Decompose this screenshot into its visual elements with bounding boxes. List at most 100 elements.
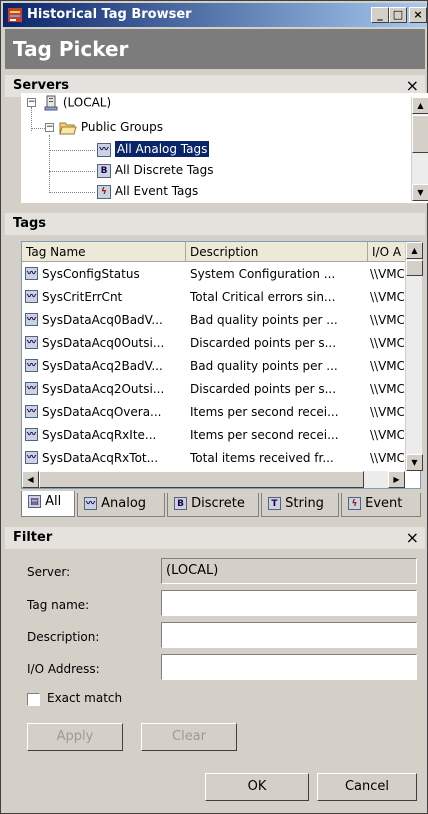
tags-header: Tags xyxy=(5,213,425,235)
tree-line xyxy=(49,135,50,193)
tree-label: (LOCAL) xyxy=(62,95,112,110)
event-tag-icon: ϟ xyxy=(97,184,111,199)
analog-tag-icon: 〰 xyxy=(25,267,38,280)
io-address-cell: \\VMC xyxy=(370,428,404,442)
io-address-cell: \\VMC xyxy=(370,405,404,419)
tags-hscrollbar[interactable]: ◀ ▶ xyxy=(22,471,405,488)
table-row[interactable]: 〰 SysDataAcq0Outsi... Discarded points per… xyxy=(22,333,406,353)
analog-tag-icon: 〰 xyxy=(25,382,38,395)
description-input[interactable] xyxy=(161,622,417,648)
tag-type-tabs: ▤ All 〰 Analog B Discrete T String ϟ Eve… xyxy=(21,491,421,517)
description-cell: Total Critical errors sin... xyxy=(190,290,336,304)
tree-item-all-discrete-tags[interactable]: B All Discrete Tags xyxy=(97,163,213,178)
string-tag-icon: T xyxy=(268,497,281,510)
description-cell: Bad quality points per ... xyxy=(190,359,338,373)
filter-title: Filter xyxy=(13,530,53,545)
column-header-io-address[interactable]: I/O A xyxy=(368,242,406,262)
page-title: Tag Picker xyxy=(5,29,425,69)
tree-line xyxy=(49,192,95,193)
cancel-button[interactable]: Cancel xyxy=(317,773,417,801)
servers-tree: − (LOCAL) − Public Groups 〰 All Analog T… xyxy=(21,93,428,203)
minimize-button[interactable]: _ xyxy=(371,7,389,23)
scroll-up-icon[interactable]: ▲ xyxy=(406,242,423,259)
title-bar[interactable]: Historical Tag Browser _ □ × xyxy=(3,3,427,27)
description-cell: Bad quality points per ... xyxy=(190,313,338,327)
server-field: (LOCAL) xyxy=(161,558,417,584)
table-row[interactable]: 〰 SysDataAcq2Outsi... Discarded points per… xyxy=(22,379,406,399)
tree-item-all-analog-tags[interactable]: 〰 All Analog Tags xyxy=(97,141,210,157)
io-address-cell: \\VMC xyxy=(370,267,404,281)
clear-button[interactable]: Clear xyxy=(141,723,237,751)
table-row[interactable]: 〰 SysConfigStatus System Configuration ...… xyxy=(22,264,406,284)
close-button[interactable]: × xyxy=(409,7,427,23)
tab-string[interactable]: T String xyxy=(261,493,339,517)
window-title: Historical Tag Browser xyxy=(27,7,192,22)
discrete-tag-icon: B xyxy=(174,497,187,510)
table-row[interactable]: 〰 SysDataAcqOvera... Items per second rece… xyxy=(22,402,406,422)
exact-match-checkbox[interactable] xyxy=(27,693,40,706)
io-address-cell: \\VMC xyxy=(370,359,404,373)
expand-toggle-local[interactable]: − xyxy=(27,98,36,107)
tree-item-public-groups[interactable]: Public Groups xyxy=(59,120,163,135)
description-cell: Discarded points per s... xyxy=(190,336,337,350)
scroll-down-icon[interactable]: ▼ xyxy=(406,454,423,471)
analog-tag-icon: 〰 xyxy=(84,497,97,510)
servers-scrollbar[interactable]: ▲ ▼ xyxy=(411,97,428,201)
tab-analog[interactable]: 〰 Analog xyxy=(77,493,165,517)
tree-line xyxy=(31,128,45,129)
tree-line xyxy=(49,150,95,151)
scroll-thumb[interactable] xyxy=(39,471,364,488)
tag-name-label: Tag name: xyxy=(27,598,90,612)
tree-label: All Event Tags xyxy=(114,184,199,198)
table-row[interactable]: 〰 SysDataAcqRxTot... Total items received … xyxy=(22,448,406,468)
table-row[interactable]: 〰 SysCritErrCnt Total Critical errors sin.… xyxy=(22,287,406,307)
analog-tag-icon: 〰 xyxy=(25,405,38,418)
maximize-button[interactable]: □ xyxy=(389,7,407,23)
tree-item-all-event-tags[interactable]: ϟ All Event Tags xyxy=(97,184,198,199)
tag-name-cell: SysDataAcqRxTot... xyxy=(42,451,159,465)
tab-discrete[interactable]: B Discrete xyxy=(167,493,259,517)
server-label: Server: xyxy=(27,565,71,579)
event-tag-icon: ϟ xyxy=(348,497,361,510)
table-row[interactable]: 〰 SysDataAcq2BadV... Bad quality points pe… xyxy=(22,356,406,376)
tab-all[interactable]: ▤ All xyxy=(21,491,75,517)
tree-label-selected: All Analog Tags xyxy=(114,141,210,157)
tags-title: Tags xyxy=(13,216,47,231)
analog-tag-icon: 〰 xyxy=(97,142,111,157)
tree-line xyxy=(49,171,95,172)
scroll-right-icon[interactable]: ▶ xyxy=(388,471,405,488)
column-header-tag-name[interactable]: Tag Name xyxy=(22,242,186,262)
scroll-left-icon[interactable]: ◀ xyxy=(22,471,39,488)
column-header-description[interactable]: Description xyxy=(186,242,368,262)
expand-toggle-public-groups[interactable]: − xyxy=(45,123,54,132)
scroll-thumb[interactable] xyxy=(412,115,428,153)
scroll-thumb[interactable] xyxy=(406,260,423,276)
tab-label: Discrete xyxy=(191,496,245,511)
apply-button[interactable]: Apply xyxy=(27,723,123,751)
description-cell: Total items received fr... xyxy=(190,451,334,465)
description-cell: Items per second recei... xyxy=(190,405,339,419)
tab-event[interactable]: ϟ Event xyxy=(341,493,421,517)
tag-name-cell: SysConfigStatus xyxy=(42,267,140,281)
tree-label: All Discrete Tags xyxy=(114,163,214,177)
tags-vscrollbar[interactable]: ▲ ▼ xyxy=(405,242,423,471)
ok-button[interactable]: OK xyxy=(205,773,309,801)
description-cell: Items per second recei... xyxy=(190,428,339,442)
io-address-cell: \\VMC xyxy=(370,336,404,350)
tree-item-local[interactable]: (LOCAL) xyxy=(43,95,111,111)
io-address-cell: \\VMC xyxy=(370,313,404,327)
servers-title: Servers xyxy=(13,78,70,93)
filter-close-icon[interactable]: × xyxy=(406,528,419,547)
tree-label: Public Groups xyxy=(80,120,163,134)
analog-tag-icon: 〰 xyxy=(25,313,38,326)
table-row[interactable]: 〰 SysDataAcqRxIte... Items per second rece… xyxy=(22,425,406,445)
io-address-input[interactable] xyxy=(161,654,417,680)
scroll-down-icon[interactable]: ▼ xyxy=(412,184,428,201)
tags-list: Tag Name Description I/O A 〰 SysConfigSta… xyxy=(21,241,423,489)
description-label: Description: xyxy=(27,630,100,644)
all-tags-icon: ▤ xyxy=(28,495,41,508)
scroll-up-icon[interactable]: ▲ xyxy=(412,97,428,114)
tag-name-cell: SysCritErrCnt xyxy=(42,290,123,304)
table-row[interactable]: 〰 SysDataAcq0BadV... Bad quality points pe… xyxy=(22,310,406,330)
tag-name-input[interactable] xyxy=(161,590,417,616)
